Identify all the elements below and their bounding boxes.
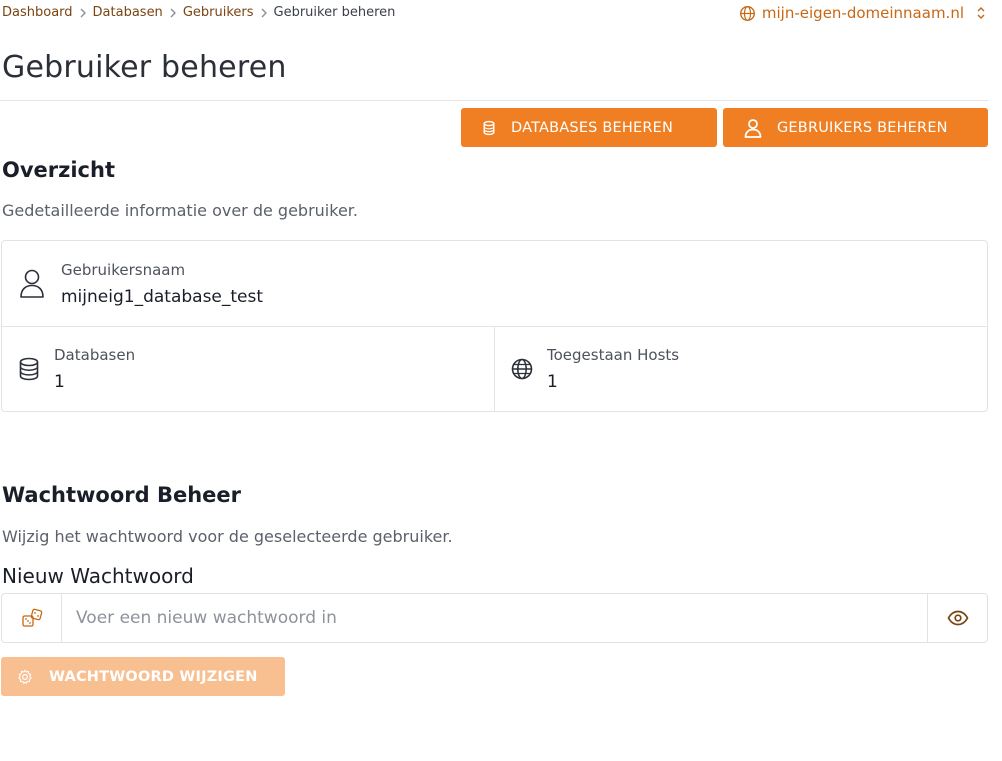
user-icon [743,118,763,138]
domain-selector[interactable]: mijn-eigen-domeinnaam.nl [739,4,986,22]
username-label: Gebruikersnaam [61,261,186,279]
user-icon [19,268,45,298]
password-section-title: Wachtwoord Beheer [2,483,242,507]
breadcrumb-databasen[interactable]: Databasen [93,5,163,20]
gear-icon [17,669,33,685]
change-password-label: WACHTWOORD WIJZIGEN [49,668,258,685]
globe-icon [739,5,756,22]
breadcrumb-gebruikers[interactable]: Gebruikers [183,5,254,20]
manage-users-label: GEBRUIKERS BEHEREN [777,119,948,136]
databases-cell: Databasen 1 [2,327,495,412]
chevron-right-icon [260,8,268,18]
overview-subtitle: Gedetailleerde informatie over de gebrui… [2,201,358,220]
hosts-label: Toegestaan Hosts [547,346,680,364]
chevron-right-icon [79,8,87,18]
page-title: Gebruiker beheren [2,50,287,85]
username-value: mijneig1_database_test [61,287,264,307]
manage-databases-button[interactable]: DATABASES BEHEREN [461,108,717,147]
breadcrumb: Dashboard Databasen Gebruikers Gebruiker… [2,5,395,20]
overview-card: Gebruikersnaam mijneig1_database_test Da… [1,240,988,412]
action-buttons: DATABASES BEHEREN GEBRUIKERS BEHEREN [461,108,988,147]
breadcrumb-dashboard[interactable]: Dashboard [2,5,73,20]
domain-selector-value: mijn-eigen-domeinnaam.nl [761,4,964,22]
new-password-label: Nieuw Wachtwoord [2,564,194,588]
new-password-input[interactable] [62,594,927,642]
manage-users-button[interactable]: GEBRUIKERS BEHEREN [723,108,988,147]
eye-icon [947,610,969,626]
databases-label: Databasen [54,346,136,364]
username-row: Gebruikersnaam mijneig1_database_test [2,241,987,327]
breadcrumb-current: Gebruiker beheren [273,5,396,20]
password-input-group [1,593,988,643]
overview-title: Overzicht [2,158,115,182]
database-icon [481,120,497,136]
change-password-button[interactable]: WACHTWOORD WIJZIGEN [1,657,285,696]
globe-icon [511,358,533,380]
sort-caret-icon [976,6,986,20]
toggle-visibility-button[interactable] [927,594,987,642]
generate-password-button[interactable] [2,594,62,642]
title-divider [0,100,988,101]
database-icon [18,357,40,381]
hosts-cell: Toegestaan Hosts 1 [495,327,987,412]
databases-value: 1 [54,372,65,392]
manage-databases-label: DATABASES BEHEREN [511,119,674,136]
chevron-right-icon [169,8,177,18]
password-section-subtitle: Wijzig het wachtwoord voor de geselectee… [2,527,453,546]
dice-icon [21,608,43,628]
hosts-value: 1 [547,372,558,392]
